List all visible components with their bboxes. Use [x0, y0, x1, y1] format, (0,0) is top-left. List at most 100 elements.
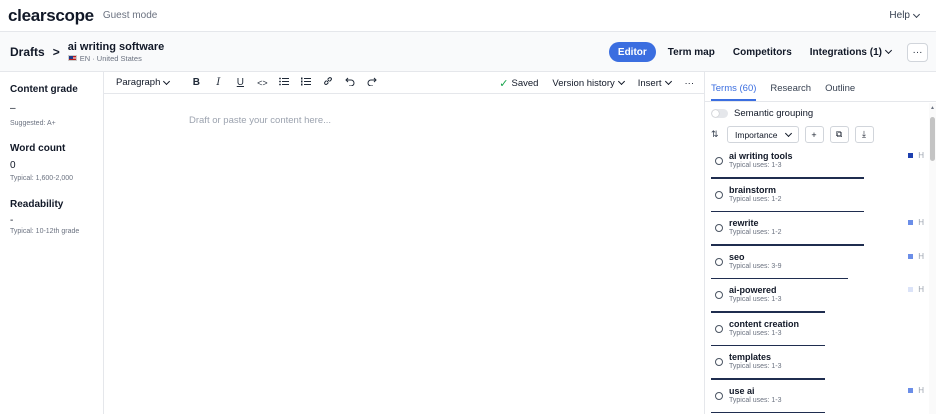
- semantic-grouping-row: Semantic grouping: [711, 108, 813, 119]
- term-item[interactable]: rewrite Typical uses: 1-2 H: [705, 214, 929, 248]
- chevron-down-icon: [784, 129, 792, 137]
- sort-by-label: Importance: [735, 129, 778, 140]
- readability-value: -: [10, 215, 14, 226]
- link-icon: [324, 77, 333, 85]
- terms-scrollbar[interactable]: ▲: [929, 103, 936, 414]
- copy-terms-button[interactable]: ⧉: [829, 126, 849, 143]
- bold-button[interactable]: B: [185, 77, 207, 88]
- content-metrics-panel: Content grade – Suggested: A+ Word count…: [0, 72, 104, 414]
- term-status-circle-icon: [715, 324, 723, 333]
- term-name: templates: [729, 352, 772, 362]
- integrations-label: Integrations (1): [809, 46, 882, 58]
- locale-label: EN · United States: [79, 53, 142, 63]
- us-flag-icon: [67, 55, 77, 61]
- term-typical-uses: Typical uses: 3-9: [729, 262, 782, 270]
- competitors-button[interactable]: Competitors: [727, 47, 798, 58]
- heading-label: H: [918, 385, 924, 395]
- insert-dropdown[interactable]: Insert: [638, 78, 672, 89]
- chevron-down-icon: [163, 77, 171, 85]
- link-button[interactable]: [317, 76, 339, 89]
- tab-outline[interactable]: Outline: [825, 83, 855, 101]
- term-typical-uses: Typical uses: 1-3: [729, 396, 782, 404]
- readability-title: Readability: [10, 199, 64, 210]
- term-status-circle-icon: [715, 291, 723, 299]
- term-importance-bar: [711, 177, 864, 179]
- heading-label: H: [918, 251, 924, 261]
- heading-suggestion-marker: H: [908, 218, 924, 227]
- term-name: content creation: [729, 318, 800, 329]
- app-logo[interactable]: clearscope: [8, 6, 94, 26]
- relevance-square-icon: [908, 287, 914, 292]
- help-menu-button[interactable]: Help: [889, 10, 921, 21]
- term-map-button[interactable]: Term map: [662, 47, 721, 58]
- readability-typical: Typical: 10-12th grade: [10, 228, 80, 235]
- document-locale: EN · United States: [67, 53, 165, 63]
- chevron-down-icon: [884, 46, 893, 55]
- term-name: use ai: [729, 385, 755, 396]
- term-importance-bar: [711, 210, 864, 212]
- content-grade-value: –: [10, 103, 16, 114]
- toolbar-more-button[interactable]: ···: [685, 78, 695, 89]
- undo-button[interactable]: [339, 77, 361, 89]
- code-button[interactable]: <>: [251, 78, 273, 88]
- scroll-up-icon[interactable]: ▲: [930, 105, 935, 111]
- word-count-section: Word count 0 Typical: 1,600-2,000: [10, 143, 93, 182]
- version-history-label: Version history: [552, 77, 615, 89]
- sort-by-dropdown[interactable]: Importance: [727, 126, 799, 143]
- heading-suggestion-marker: H: [908, 386, 924, 395]
- term-item[interactable]: content creation Typical uses: 1-3: [705, 315, 929, 349]
- download-terms-button[interactable]: ⤓: [854, 126, 874, 143]
- term-name: rewrite: [729, 218, 759, 228]
- document-title-block: ai writing software EN · United States: [67, 41, 165, 63]
- numbered-list-button[interactable]: [295, 77, 317, 89]
- more-options-button[interactable]: ···: [907, 42, 928, 62]
- undo-icon: [345, 77, 355, 86]
- content-grade-section: Content grade – Suggested: A+: [10, 84, 93, 127]
- term-importance-bar: [711, 378, 825, 380]
- relevance-square-icon: [908, 387, 914, 393]
- sort-direction-icon[interactable]: ⇅: [711, 129, 721, 140]
- term-status-circle-icon: [715, 391, 723, 400]
- term-status-circle-icon: [715, 358, 723, 366]
- content-editor[interactable]: Draft or paste your content here...: [104, 94, 704, 414]
- redo-button[interactable]: [361, 77, 383, 89]
- term-item[interactable]: ai writing tools Typical uses: 1-3 H: [705, 147, 929, 181]
- term-item[interactable]: seo Typical uses: 3-9 H: [705, 248, 929, 282]
- chevron-down-icon: [912, 10, 921, 18]
- breadcrumb-drafts-link[interactable]: Drafts: [10, 45, 45, 59]
- term-item[interactable]: ai-powered Typical uses: 1-3 H: [705, 281, 929, 315]
- document-title[interactable]: ai writing software: [68, 41, 165, 53]
- term-name: ai-powered: [729, 285, 777, 295]
- term-typical-uses: Typical uses: 1-3: [729, 329, 782, 337]
- save-status-label: Saved: [511, 77, 539, 89]
- add-term-button[interactable]: +: [804, 126, 824, 143]
- terms-panel: Terms (60) Research Outline Semantic gro…: [704, 72, 936, 414]
- readability-section: Readability - Typical: 10-12th grade: [10, 199, 93, 235]
- toolbar-right-group: ✓ Saved Version history Insert ···: [499, 72, 704, 94]
- term-typical-uses: Typical uses: 1-3: [729, 363, 782, 370]
- paragraph-style-dropdown[interactable]: Paragraph: [116, 77, 171, 88]
- underline-button[interactable]: U: [229, 77, 251, 88]
- term-item[interactable]: use ai Typical uses: 1-3 H: [705, 382, 929, 414]
- term-importance-bar: [711, 277, 848, 279]
- tab-research[interactable]: Research: [770, 83, 811, 101]
- integrations-button[interactable]: Integrations (1): [804, 47, 897, 58]
- bullet-list-button[interactable]: [273, 77, 295, 89]
- term-status-circle-icon: [715, 190, 723, 199]
- breadcrumb-separator: >: [52, 44, 60, 59]
- scrollbar-thumb[interactable]: [930, 117, 935, 161]
- chevron-down-icon: [617, 77, 625, 86]
- version-history-dropdown[interactable]: Version history: [552, 77, 625, 89]
- semantic-grouping-toggle[interactable]: [711, 109, 728, 118]
- word-count-title: Word count: [10, 143, 66, 154]
- italic-button[interactable]: I: [207, 77, 229, 88]
- check-icon: ✓: [499, 77, 509, 90]
- save-status: ✓ Saved: [499, 77, 538, 90]
- term-item[interactable]: templates Typical uses: 1-3: [705, 348, 929, 382]
- term-item[interactable]: brainstorm Typical uses: 1-2: [705, 181, 929, 215]
- editor-tab-button[interactable]: Editor: [608, 42, 656, 62]
- word-count-value: 0: [10, 160, 16, 171]
- term-importance-bar: [711, 411, 825, 413]
- tab-terms[interactable]: Terms (60): [711, 83, 757, 101]
- heading-label: H: [918, 218, 924, 227]
